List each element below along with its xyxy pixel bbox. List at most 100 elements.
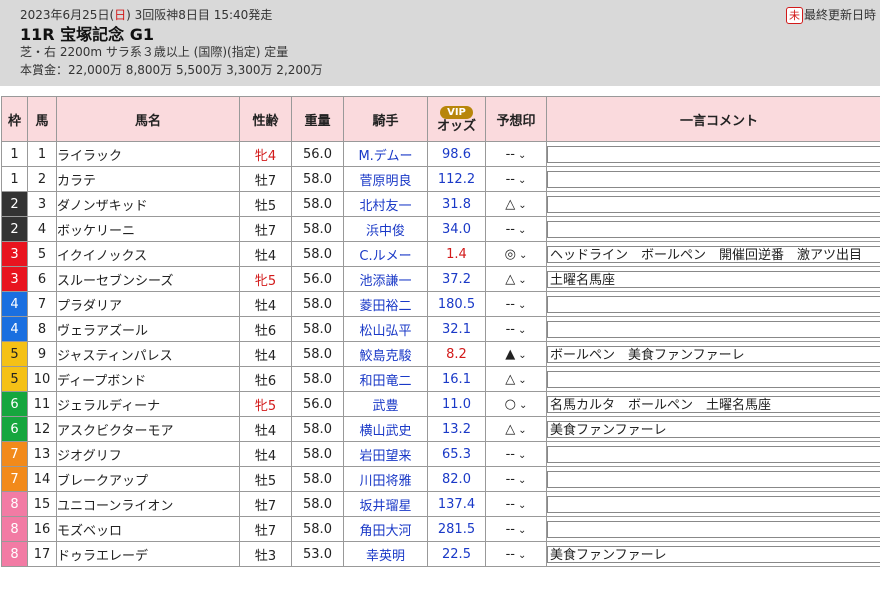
prediction-select[interactable]: -- ⌄: [485, 491, 547, 517]
jockey-name[interactable]: 浜中俊: [343, 216, 428, 242]
comment-input[interactable]: [547, 145, 880, 163]
prediction-select[interactable]: -- ⌄: [485, 466, 547, 492]
odds-value: 34.0: [427, 216, 486, 242]
comment-input[interactable]: [547, 320, 880, 338]
comment-input[interactable]: ボールペン 美食ファンファーレ: [547, 345, 880, 363]
jockey-name[interactable]: 角田大河: [343, 516, 428, 542]
prediction-select[interactable]: △ ⌄: [485, 416, 547, 442]
horse-name[interactable]: ボッケリーニ: [56, 216, 240, 242]
odds-value: 11.0: [427, 391, 486, 417]
carried-weight: 58.0: [291, 441, 344, 467]
prediction-select[interactable]: △ ⌄: [485, 191, 547, 217]
col-prediction: 予想印: [485, 96, 547, 142]
jockey-name[interactable]: 池添謙一: [343, 266, 428, 292]
prediction-select[interactable]: -- ⌄: [485, 516, 547, 542]
waku-number: 4: [1, 291, 28, 317]
carried-weight: 58.0: [291, 291, 344, 317]
prediction-select[interactable]: -- ⌄: [485, 291, 547, 317]
jockey-name[interactable]: 幸英明: [343, 541, 428, 567]
horse-number: 13: [27, 441, 57, 467]
horse-name[interactable]: プラダリア: [56, 291, 240, 317]
comment-input[interactable]: [547, 520, 880, 538]
comment-input[interactable]: 美食ファンファーレ: [547, 545, 880, 563]
carried-weight: 58.0: [291, 216, 344, 242]
comment-input[interactable]: [547, 295, 880, 313]
prediction-select[interactable]: ◎ ⌄: [485, 241, 547, 267]
comment-cell: [546, 366, 880, 392]
comment-input[interactable]: 土曜名馬座: [547, 270, 880, 288]
comment-input[interactable]: 名馬カルタ ボールペン 土曜名馬座: [547, 395, 880, 413]
prediction-select[interactable]: △ ⌄: [485, 266, 547, 292]
carried-weight: 58.0: [291, 366, 344, 392]
race-day-of-week: 日: [114, 8, 127, 22]
comment-input[interactable]: [547, 445, 880, 463]
chevron-down-icon: ⌄: [518, 274, 527, 286]
prediction-mark: --: [505, 146, 515, 162]
jockey-name[interactable]: 川田将雅: [343, 466, 428, 492]
prediction-select[interactable]: ▲ ⌄: [485, 341, 547, 367]
prediction-select[interactable]: -- ⌄: [485, 166, 547, 192]
horse-name[interactable]: ジェラルディーナ: [56, 391, 240, 417]
odds-value: 281.5: [427, 516, 486, 542]
horse-name[interactable]: ユニコーンライオン: [56, 491, 240, 517]
prediction-mark: △: [505, 371, 516, 387]
horse-name[interactable]: ジオグリフ: [56, 441, 240, 467]
jockey-name[interactable]: 岩田望来: [343, 441, 428, 467]
comment-input[interactable]: [547, 470, 880, 488]
horse-name[interactable]: ジャスティンパレス: [56, 341, 240, 367]
jockey-name[interactable]: 鮫島克駿: [343, 341, 428, 367]
table-row: 1 2 カラテ 牡7 58.0 菅原明良 112.2 -- ⌄: [1, 166, 880, 192]
horse-name[interactable]: モズベッロ: [56, 516, 240, 542]
jockey-name[interactable]: 武豊: [343, 391, 428, 417]
horse-number: 1: [27, 141, 57, 167]
horse-name[interactable]: アスクビクターモア: [56, 416, 240, 442]
comment-input[interactable]: [547, 220, 880, 238]
horse-name[interactable]: ライラック: [56, 141, 240, 167]
horse-number: 6: [27, 266, 57, 292]
horse-name[interactable]: ブレークアップ: [56, 466, 240, 492]
prediction-select[interactable]: -- ⌄: [485, 141, 547, 167]
sex-age: 牡7: [239, 516, 292, 542]
prediction-select[interactable]: ○ ⌄: [485, 391, 547, 417]
chevron-down-icon: ⌄: [518, 199, 527, 211]
jockey-name[interactable]: 横山武史: [343, 416, 428, 442]
waku-number: 5: [1, 366, 28, 392]
comment-input[interactable]: [547, 370, 880, 388]
prediction-select[interactable]: -- ⌄: [485, 216, 547, 242]
comment-input[interactable]: [547, 495, 880, 513]
comment-input[interactable]: [547, 195, 880, 213]
horse-number: 9: [27, 341, 57, 367]
waku-number: 6: [1, 391, 28, 417]
comment-input[interactable]: [547, 170, 880, 188]
horse-name[interactable]: カラテ: [56, 166, 240, 192]
comment-input[interactable]: ヘッドライン ボールペン 開催回逆番 激アツ出目: [547, 245, 880, 263]
odds-value: 180.5: [427, 291, 486, 317]
jockey-name[interactable]: 菱田裕二: [343, 291, 428, 317]
horse-number: 7: [27, 291, 57, 317]
last-updated: 未最終更新日時: [786, 6, 876, 24]
chevron-down-icon: ⌄: [518, 224, 527, 236]
prediction-select[interactable]: △ ⌄: [485, 366, 547, 392]
jockey-name[interactable]: 和田竜二: [343, 366, 428, 392]
jockey-name[interactable]: 菅原明良: [343, 166, 428, 192]
prediction-mark: --: [505, 296, 515, 312]
race-header: 2023年6月25日(日) 3回阪神8日目 15:40発走 11R 宝塚記念 G…: [0, 0, 880, 86]
horse-name[interactable]: ディープボンド: [56, 366, 240, 392]
horse-name[interactable]: ヴェラアズール: [56, 316, 240, 342]
jockey-name[interactable]: 松山弘平: [343, 316, 428, 342]
jockey-name[interactable]: 北村友一: [343, 191, 428, 217]
comment-cell: [546, 166, 880, 192]
comment-input[interactable]: 美食ファンファーレ: [547, 420, 880, 438]
prediction-select[interactable]: -- ⌄: [485, 316, 547, 342]
chevron-down-icon: ⌄: [518, 474, 527, 486]
jockey-name[interactable]: M.デムー: [343, 141, 428, 167]
prediction-select[interactable]: -- ⌄: [485, 541, 547, 567]
horse-name[interactable]: ドゥラエレーデ: [56, 541, 240, 567]
jockey-name[interactable]: 坂井瑠星: [343, 491, 428, 517]
horse-name[interactable]: ダノンザキッド: [56, 191, 240, 217]
horse-name[interactable]: イクイノックス: [56, 241, 240, 267]
odds-value: 112.2: [427, 166, 486, 192]
horse-name[interactable]: スルーセブンシーズ: [56, 266, 240, 292]
prediction-select[interactable]: -- ⌄: [485, 441, 547, 467]
jockey-name[interactable]: C.ルメー: [343, 241, 428, 267]
